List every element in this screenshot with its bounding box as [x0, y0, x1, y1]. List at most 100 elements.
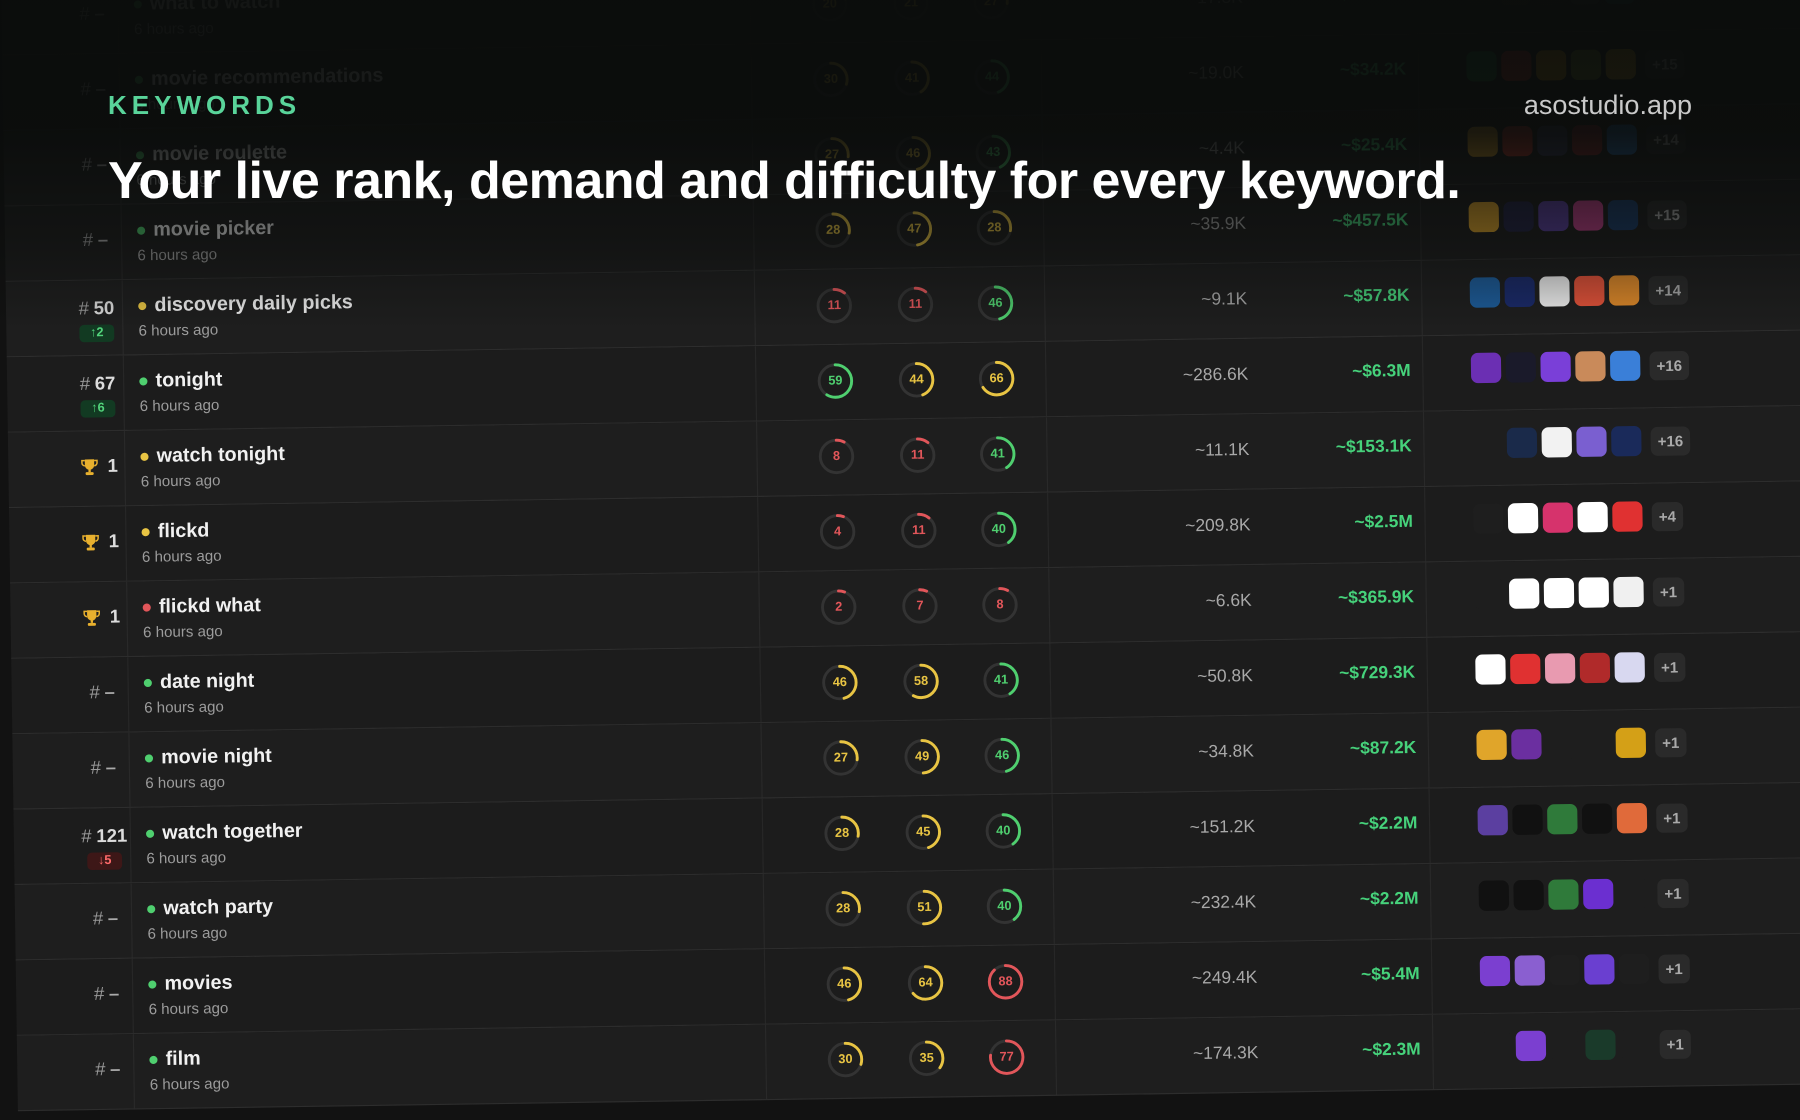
- column-divider: [1050, 718, 1053, 794]
- column-divider: [755, 421, 759, 496]
- updated-time: 6 hours ago: [140, 471, 221, 490]
- gauge-value: 7: [916, 598, 924, 614]
- more-apps-count[interactable]: +1: [1652, 576, 1685, 607]
- app-icon[interactable]: [1614, 652, 1645, 683]
- app-icon[interactable]: [1582, 878, 1614, 910]
- app-icon[interactable]: [1514, 955, 1546, 986]
- more-apps-count[interactable]: +1: [1658, 953, 1690, 984]
- keyword-cell[interactable]: watch together 6 hours ago: [145, 819, 303, 867]
- app-icon[interactable]: [1513, 879, 1544, 911]
- app-icon[interactable]: [1545, 728, 1577, 760]
- app-icon[interactable]: [1580, 727, 1612, 759]
- updated-time: 6 hours ago: [142, 622, 223, 641]
- keyword-name[interactable]: date night: [160, 669, 255, 692]
- app-icon[interactable]: [1543, 577, 1575, 609]
- app-icon[interactable]: [1609, 350, 1641, 382]
- app-icon[interactable]: [1541, 426, 1573, 458]
- keyword-cell[interactable]: flickd 6 hours ago: [141, 519, 222, 565]
- app-icon[interactable]: [1509, 653, 1541, 685]
- app-icon[interactable]: [1475, 654, 1506, 685]
- app-icon[interactable]: [1508, 578, 1540, 609]
- app-icon[interactable]: [1575, 351, 1606, 382]
- app-icon[interactable]: [1470, 352, 1502, 384]
- keyword-name[interactable]: flickd: [158, 519, 210, 542]
- app-icon[interactable]: [1619, 1029, 1651, 1060]
- app-icon[interactable]: [1613, 576, 1644, 608]
- keyword-cell[interactable]: tonight 6 hours ago: [139, 368, 223, 415]
- difficulty-gauge: 64: [906, 963, 946, 1003]
- keyword-name[interactable]: flickd what: [159, 594, 261, 618]
- app-icon[interactable]: [1577, 501, 1608, 533]
- app-icon[interactable]: [1506, 427, 1538, 459]
- keyword-cell[interactable]: movies 6 hours ago: [148, 971, 233, 1018]
- app-icon[interactable]: [1472, 503, 1504, 534]
- keyword-name[interactable]: film: [165, 1047, 200, 1070]
- more-apps-count[interactable]: +4: [1651, 501, 1684, 531]
- app-icon[interactable]: [1512, 804, 1543, 836]
- keyword-name[interactable]: movies: [164, 971, 232, 994]
- column-divider: [1047, 492, 1050, 567]
- more-apps-count[interactable]: +1: [1656, 802, 1688, 833]
- keyword-cell[interactable]: watch party 6 hours ago: [147, 895, 273, 942]
- app-icon[interactable]: [1511, 729, 1542, 760]
- difficulty-gauge: 46: [982, 736, 1022, 776]
- revenue-estimate: ~$365.9K: [1337, 587, 1415, 608]
- app-icon[interactable]: [1581, 803, 1613, 834]
- gauge-value: 44: [909, 372, 924, 387]
- keyword-cell[interactable]: flickd what 6 hours ago: [142, 594, 261, 641]
- difficulty-gauge: 46: [820, 663, 860, 703]
- app-icon[interactable]: [1576, 426, 1607, 458]
- app-icon[interactable]: [1474, 578, 1505, 610]
- keyword-name[interactable]: watch together: [162, 819, 303, 843]
- gauge-value: 40: [996, 823, 1011, 839]
- app-icon[interactable]: [1542, 502, 1574, 533]
- keyword-cell[interactable]: movie night 6 hours ago: [144, 744, 273, 792]
- app-icon[interactable]: [1615, 727, 1647, 759]
- app-icon[interactable]: [1579, 652, 1611, 684]
- difficulty-gauge: 45: [903, 812, 943, 852]
- more-apps-count[interactable]: +1: [1653, 652, 1686, 682]
- app-icon[interactable]: [1585, 1029, 1616, 1061]
- app-icon[interactable]: [1540, 351, 1571, 383]
- app-icon[interactable]: [1505, 352, 1537, 383]
- more-apps-count[interactable]: +1: [1654, 727, 1687, 757]
- app-icon[interactable]: [1515, 1030, 1547, 1062]
- more-apps-count[interactable]: +16: [1649, 350, 1690, 380]
- app-icon[interactable]: [1479, 955, 1511, 987]
- app-icon[interactable]: [1549, 954, 1580, 986]
- rank-hash: #: [92, 909, 104, 930]
- app-icon[interactable]: [1617, 878, 1649, 909]
- app-icon[interactable]: [1478, 880, 1510, 911]
- keyword-name[interactable]: movie night: [161, 744, 272, 768]
- app-icon[interactable]: [1480, 1031, 1512, 1062]
- app-icon[interactable]: [1471, 427, 1503, 459]
- gauge-value: 2: [835, 600, 843, 615]
- app-icon[interactable]: [1578, 577, 1610, 608]
- app-icon[interactable]: [1612, 501, 1643, 532]
- more-apps-count[interactable]: +1: [1659, 1029, 1691, 1059]
- more-apps-count[interactable]: +1: [1657, 878, 1689, 908]
- keyword-cell[interactable]: watch tonight 6 hours ago: [140, 443, 285, 490]
- keyword-cell[interactable]: date night 6 hours ago: [143, 669, 255, 716]
- app-icon[interactable]: [1544, 653, 1576, 684]
- app-icon[interactable]: [1477, 804, 1509, 836]
- keyword-cell[interactable]: film 6 hours ago: [149, 1047, 230, 1093]
- difficulty-gauge: 28: [823, 889, 863, 929]
- app-icon[interactable]: [1476, 729, 1507, 761]
- keyword-name[interactable]: tonight: [155, 368, 222, 391]
- app-icon[interactable]: [1548, 879, 1579, 910]
- column-divider: [754, 346, 758, 421]
- more-apps-count[interactable]: +16: [1650, 425, 1691, 456]
- app-icon[interactable]: [1507, 502, 1539, 534]
- column-divider: [1423, 487, 1427, 562]
- app-icon[interactable]: [1550, 1030, 1581, 1061]
- app-icon[interactable]: [1611, 425, 1642, 457]
- app-icon[interactable]: [1547, 803, 1578, 835]
- gauge-value: 27: [833, 750, 849, 766]
- app-icon[interactable]: [1584, 954, 1615, 985]
- keyword-name[interactable]: watch party: [163, 895, 273, 919]
- app-icon[interactable]: [1616, 802, 1648, 834]
- app-icon[interactable]: [1618, 953, 1650, 985]
- site-url[interactable]: asostudio.app: [1524, 90, 1692, 121]
- keyword-name[interactable]: watch tonight: [156, 443, 284, 467]
